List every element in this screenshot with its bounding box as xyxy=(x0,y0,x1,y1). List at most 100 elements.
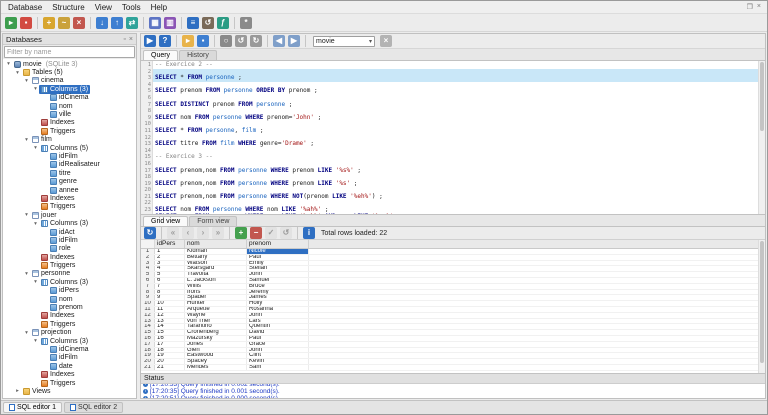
grid-cell[interactable]: James xyxy=(247,295,309,300)
editor-line[interactable]: SELECT prenom,nom FROM personne WHERE pr… xyxy=(153,168,765,175)
clear-results-button[interactable]: × xyxy=(379,34,393,48)
editor-line[interactable]: SELECT nom FROM personne WHERE prenom='J… xyxy=(153,115,765,122)
grid-row-number[interactable]: 16 xyxy=(141,336,155,341)
column-header-nom[interactable]: nom xyxy=(185,240,247,248)
editor-code[interactable]: -- Exercice 2 -- SELECT * FROM personne … xyxy=(153,61,765,214)
tree-item-annee[interactable]: annee xyxy=(3,186,136,194)
redo-button[interactable]: ↻ xyxy=(249,34,263,48)
float-panel-icon[interactable]: ▫ xyxy=(123,36,125,43)
expander-icon[interactable]: ▾ xyxy=(32,145,39,151)
grid-row-number[interactable]: 9 xyxy=(141,295,155,300)
tree-item-triggers[interactable]: Triggers xyxy=(3,379,136,387)
grid-cell[interactable]: Jones xyxy=(185,342,247,347)
grid-cell[interactable]: Willis xyxy=(185,284,247,289)
info-button[interactable]: i xyxy=(302,226,316,240)
menu-help[interactable]: Help xyxy=(146,2,172,13)
tree-item-role[interactable]: role xyxy=(3,245,136,253)
editor-line[interactable] xyxy=(153,148,765,155)
grid-cell[interactable]: 13 xyxy=(155,319,185,324)
export-button[interactable]: ↑ xyxy=(110,16,124,30)
editor-scrollbar[interactable] xyxy=(758,61,765,214)
rollback-changes-button[interactable]: ↺ xyxy=(279,226,293,240)
grid-cell[interactable]: 20 xyxy=(155,359,185,364)
expander-icon[interactable]: ▾ xyxy=(23,212,30,218)
grid-row-number[interactable]: 17 xyxy=(141,342,155,347)
tree-item-columns-3[interactable]: ▾Columns (3) xyxy=(3,278,136,286)
grid-cell[interactable]: 21 xyxy=(155,365,185,370)
tree-item-triggers[interactable]: Triggers xyxy=(3,127,136,135)
grid-cell[interactable]: Jeremy xyxy=(247,290,309,295)
grid-scrollbar-thumb[interactable] xyxy=(760,241,764,363)
grid-cell[interactable]: 15 xyxy=(155,330,185,335)
grid-row-number[interactable]: 18 xyxy=(141,348,155,353)
next-rows-button[interactable]: › xyxy=(196,226,210,240)
grid-row-number[interactable]: 20 xyxy=(141,359,155,364)
expander-icon[interactable]: ▾ xyxy=(32,86,39,92)
grid-row-number[interactable]: 8 xyxy=(141,290,155,295)
grid-cell[interactable]: Stellan xyxy=(247,266,309,271)
grid-cell[interactable]: Lars xyxy=(247,319,309,324)
grid-cell[interactable]: 3 xyxy=(155,261,185,266)
grid-cell[interactable]: Paul xyxy=(247,336,309,341)
grid-cell[interactable]: Rosanna xyxy=(247,307,309,312)
save-sql-file-button[interactable]: ▪ xyxy=(196,34,210,48)
tree-item-idpers[interactable]: idPers xyxy=(3,287,136,295)
grid-cell[interactable]: Grace xyxy=(247,342,309,347)
add-database-button[interactable]: + xyxy=(42,16,56,30)
grid-scrollbar[interactable] xyxy=(758,240,765,373)
previous-rows-button[interactable]: ‹ xyxy=(181,226,195,240)
tree-item-columns-3[interactable]: ▾Columns (3) xyxy=(3,337,136,345)
tree-item-idfilm[interactable]: idFilm xyxy=(3,152,136,160)
grid-cell[interactable]: 4 xyxy=(155,266,185,271)
grid-cell[interactable]: 5 xyxy=(155,272,185,277)
grid-cell[interactable]: Watson xyxy=(185,261,247,266)
configuration-button[interactable]: * xyxy=(239,16,253,30)
disconnect-database-button[interactable]: ▪ xyxy=(19,16,33,30)
grid-cell[interactable]: Holly xyxy=(247,301,309,306)
grid-cell[interactable]: 18 xyxy=(155,348,185,353)
tree-item-idcinema[interactable]: idCinema xyxy=(3,94,136,102)
editor-line[interactable]: SELECT * FROM personne ; xyxy=(153,75,765,82)
grid-cell[interactable]: David xyxy=(247,330,309,335)
tree-item-indexes[interactable]: Indexes xyxy=(3,194,136,202)
expander-icon[interactable]: ▾ xyxy=(5,61,12,67)
menu-structure[interactable]: Structure xyxy=(47,2,89,13)
expander-icon[interactable]: ▾ xyxy=(23,137,30,143)
grid-cell[interactable]: Cronenberg xyxy=(185,330,247,335)
ddl-history-button[interactable]: ↺ xyxy=(201,16,215,30)
grid-cell[interactable]: 11 xyxy=(155,307,185,312)
tree-item-idcinema[interactable]: idCinema xyxy=(3,345,136,353)
expander-icon[interactable]: ▾ xyxy=(23,330,30,336)
commit-changes-button[interactable]: ✓ xyxy=(264,226,278,240)
grid-cell[interactable]: Kidman xyxy=(185,249,247,254)
connect-database-button[interactable]: ▸ xyxy=(4,16,18,30)
execute-query-button[interactable]: ▶ xyxy=(143,34,157,48)
expander-icon[interactable]: ▾ xyxy=(32,338,39,344)
tree-item-idrealisateur[interactable]: idRealisateur xyxy=(3,161,136,169)
editor-line[interactable]: -- Exercice 3 -- xyxy=(153,154,765,161)
new-view-button[interactable]: ▥ xyxy=(163,16,177,30)
bottom-tab-sql-editor-2[interactable]: SQL editor 2 xyxy=(64,402,123,413)
tree-item-idfilm[interactable]: idFilm xyxy=(3,354,136,362)
bottom-tab-sql-editor-1[interactable]: SQL editor 1 xyxy=(3,402,62,413)
grid-row-number[interactable]: 6 xyxy=(141,278,155,283)
grid-cell[interactable]: Samuel xyxy=(247,278,309,283)
grid-row-number[interactable]: 14 xyxy=(141,324,155,329)
editor-line[interactable]: SELECT titre FROM film WHERE genre='Dram… xyxy=(153,141,765,148)
grid-cell[interactable]: Irons xyxy=(185,290,247,295)
tree-item-genre[interactable]: genre xyxy=(3,177,136,185)
grid-cell[interactable]: Sam xyxy=(247,365,309,370)
grid-row-number[interactable]: 3 xyxy=(141,261,155,266)
restore-window-icon[interactable]: ❐ xyxy=(747,3,753,11)
edit-database-button[interactable]: ~ xyxy=(57,16,71,30)
grid-cell[interactable]: Paul xyxy=(247,255,309,260)
find-button[interactable]: ○ xyxy=(219,34,233,48)
grid-cell[interactable]: 2 xyxy=(155,255,185,260)
tree-item-views[interactable]: ▸Views xyxy=(3,387,136,395)
tab-query[interactable]: Query xyxy=(143,50,178,60)
grid-cell[interactable]: Hunter xyxy=(185,301,247,306)
grid-row-number[interactable]: 5 xyxy=(141,272,155,277)
grid-cell[interactable]: 1 xyxy=(155,249,185,254)
expander-icon[interactable]: ▸ xyxy=(14,388,21,394)
tree-item-personne[interactable]: ▾personne xyxy=(3,270,136,278)
